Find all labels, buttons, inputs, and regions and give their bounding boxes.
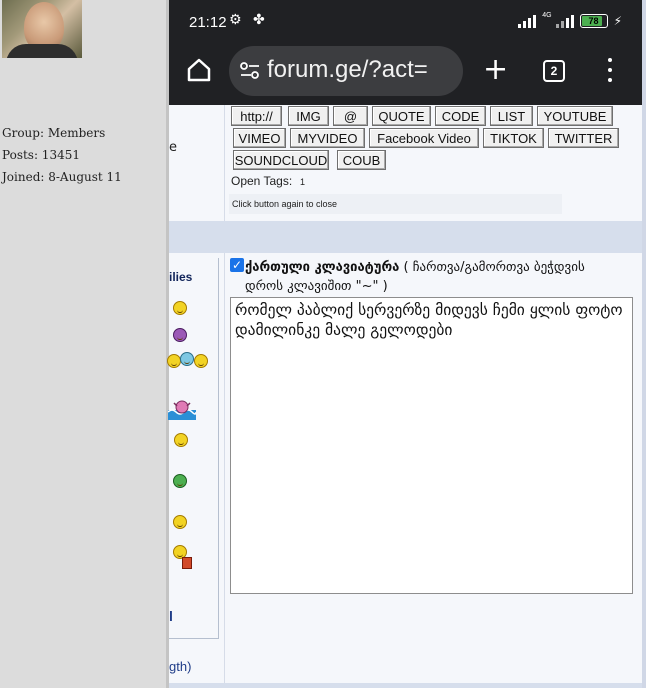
section-header-band	[169, 221, 642, 253]
new-tab-icon[interactable]: +	[483, 55, 508, 85]
post-text-editor[interactable]	[230, 297, 633, 594]
bbcode-facebook-video-button[interactable]: Facebook Video	[369, 128, 479, 148]
smilies-label: ilies	[169, 270, 193, 284]
open-tags-label: Open Tags:	[231, 174, 293, 188]
bbcode-twitter-button[interactable]: TWITTER	[548, 128, 619, 148]
bbcode-soundcloud-button[interactable]: SOUNDCLOUD	[233, 150, 329, 170]
home-icon[interactable]	[185, 56, 213, 84]
smiley-icon[interactable]	[174, 433, 188, 447]
avatar[interactable]	[2, 0, 82, 58]
georgian-keyboard-title: ქართული კლავიატურა	[245, 260, 400, 275]
more-menu-icon[interactable]	[607, 58, 613, 82]
bbcode-tiktok-button[interactable]: TIKTOK	[483, 128, 544, 148]
close-hint: Click button again to close	[229, 194, 562, 214]
bbcode-http-button[interactable]: http://	[231, 106, 282, 126]
georgian-keyboard-label: ქართული კლავიატურა ( ჩართვა/გამორთვა ბეჭ…	[245, 258, 615, 296]
browser-chrome: 21:12 ⚙ ✤ 4G 78 ⚡ forum.ge/?act= + 2	[169, 0, 642, 105]
network-type: 4G	[542, 11, 552, 19]
cropped-text-fragment: e	[169, 140, 177, 155]
address-bar[interactable]: forum.ge/?act=	[229, 46, 463, 96]
bbcode-vimeo-button[interactable]: VIMEO	[233, 128, 286, 148]
smiley-wave-icon[interactable]	[168, 398, 196, 422]
tab-switcher-icon[interactable]: 2	[543, 60, 565, 82]
smiley-icon[interactable]	[194, 354, 208, 368]
url-text: forum.ge/?act=	[267, 56, 428, 83]
column-divider	[224, 105, 225, 221]
profile-posts: Posts: 13451	[2, 148, 80, 162]
bbcode-myvideo-button[interactable]: MYVIDEO	[290, 128, 365, 148]
bbcode-quote-button[interactable]: QUOTE	[372, 106, 431, 126]
bbcode-list-button[interactable]: LIST	[490, 106, 533, 126]
bbcode-youtube-button[interactable]: YOUTUBE	[537, 106, 613, 126]
column-divider	[224, 253, 225, 683]
bottom-band	[169, 683, 642, 688]
profile-group: Group: Members	[2, 126, 106, 140]
fan-status-icon: ✤	[253, 12, 265, 28]
signal-icon	[555, 14, 574, 28]
avatar-suit	[6, 44, 78, 58]
profile-joined: Joined: 8-August 11	[2, 170, 122, 184]
bbcode-img-button[interactable]: IMG	[288, 106, 329, 126]
right-edge	[642, 0, 646, 688]
settings-status-icon: ⚙	[229, 12, 242, 28]
smilies-panel	[169, 258, 219, 639]
charging-icon: ⚡	[613, 14, 622, 28]
battery-icon: 78	[579, 14, 608, 28]
profile-panel: Group: Members Posts: 13451 Joined: 8-Au…	[0, 0, 166, 688]
site-settings-icon[interactable]	[239, 61, 261, 81]
bbcode-mention-button[interactable]: @	[333, 106, 368, 126]
popcorn-icon	[182, 557, 192, 569]
georgian-keyboard-checkbox[interactable]: ✓	[230, 258, 244, 272]
smiley-purple-icon[interactable]	[173, 328, 187, 342]
signal-icon	[518, 14, 537, 28]
open-tags-value: 1	[300, 177, 306, 187]
smilies-link-fragment[interactable]: l	[169, 608, 173, 624]
bbcode-code-button[interactable]: CODE	[435, 106, 486, 126]
smiley-green-icon[interactable]	[173, 474, 187, 488]
smiley-blue-icon[interactable]	[180, 352, 194, 366]
length-fragment: gth)	[169, 659, 192, 674]
status-time: 21:12	[189, 14, 227, 31]
smiley-icon[interactable]	[173, 515, 187, 529]
battery-level: 78	[588, 16, 599, 26]
bbcode-coub-button[interactable]: COUB	[337, 150, 386, 170]
smiley-icon[interactable]	[173, 301, 187, 315]
status-right-group: 4G 78 ⚡	[518, 11, 622, 28]
smiley-icon[interactable]	[167, 354, 181, 368]
